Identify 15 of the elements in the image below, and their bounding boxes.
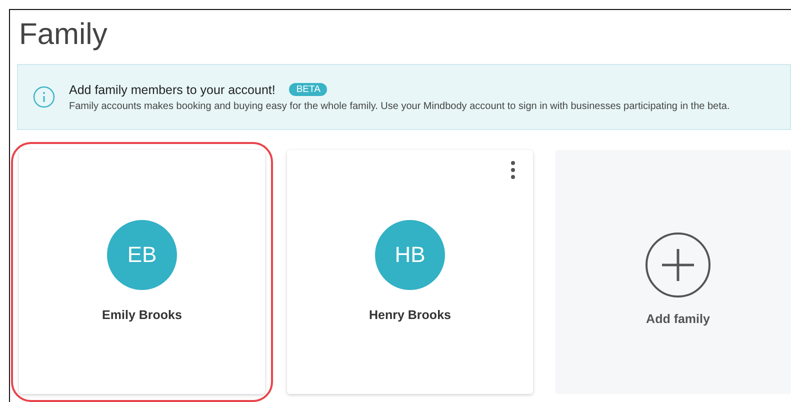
member-name: Henry Brooks (369, 308, 451, 322)
banner-description: Family accounts makes booking and buying easy for the whole family. Use your Mindbody account to sign in with businesses participating in the beta. (69, 100, 730, 112)
add-family-label: Add family (646, 312, 710, 326)
page-title: Family (19, 17, 108, 53)
beta-badge: BETA (289, 83, 328, 96)
more-options-icon[interactable] (510, 160, 516, 180)
banner-heading: Add family members to your account! (69, 82, 276, 96)
add-icon (645, 232, 711, 298)
add-family-card[interactable]: Add family (555, 150, 791, 394)
member-card[interactable]: HB Henry Brooks (287, 150, 533, 394)
member-card[interactable]: EB Emily Brooks (19, 150, 265, 394)
avatar: EB (107, 220, 177, 290)
avatar: HB (375, 220, 445, 290)
info-icon (33, 86, 55, 108)
member-name: Emily Brooks (102, 308, 182, 322)
